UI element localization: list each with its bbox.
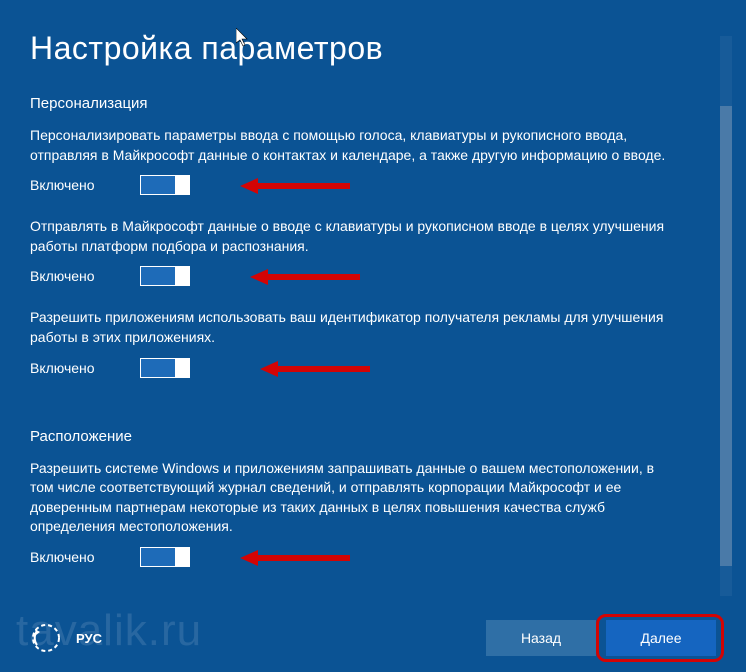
page-title: Настройка параметров <box>30 30 706 67</box>
back-button[interactable]: Назад <box>486 620 596 656</box>
ease-of-access-icon[interactable] <box>30 622 62 654</box>
annotation-arrow <box>240 178 350 192</box>
setting-description: Разрешить системе Windows и приложениям … <box>30 459 670 537</box>
toggle-state-label: Включено <box>30 549 110 565</box>
section-heading-personalization: Персонализация <box>30 95 706 112</box>
footer: РУС Назад Далее <box>0 620 746 656</box>
setting-description: Персонализировать параметры ввода с помо… <box>30 126 670 165</box>
toggle-knob <box>175 176 189 194</box>
setting-block: Персонализировать параметры ввода с помо… <box>30 126 706 195</box>
toggle-knob <box>175 359 189 377</box>
toggle-switch[interactable] <box>140 266 190 286</box>
setting-block: Разрешить приложениям использовать ваш и… <box>30 308 706 377</box>
toggle-knob <box>175 267 189 285</box>
toggle-switch[interactable] <box>140 547 190 567</box>
annotation-arrow <box>250 269 360 283</box>
setting-block: Разрешить системе Windows и приложениям … <box>30 459 706 567</box>
setting-description: Разрешить приложениям использовать ваш и… <box>30 308 670 347</box>
toggle-state-label: Включено <box>30 268 110 284</box>
language-label[interactable]: РУС <box>76 631 102 646</box>
settings-content: Персонализация Персонализировать парамет… <box>30 95 706 567</box>
annotation-arrow <box>240 550 350 564</box>
toggle-switch[interactable] <box>140 175 190 195</box>
scrollbar[interactable] <box>720 36 732 596</box>
setting-description: Отправлять в Майкрософт данные о вводе с… <box>30 217 670 256</box>
toggle-knob <box>175 548 189 566</box>
next-button[interactable]: Далее <box>606 620 716 656</box>
setting-block: Отправлять в Майкрософт данные о вводе с… <box>30 217 706 286</box>
annotation-arrow <box>260 361 370 375</box>
section-heading-location: Расположение <box>30 428 706 445</box>
scrollbar-thumb[interactable] <box>720 106 732 566</box>
toggle-switch[interactable] <box>140 358 190 378</box>
toggle-state-label: Включено <box>30 177 110 193</box>
toggle-state-label: Включено <box>30 360 110 376</box>
